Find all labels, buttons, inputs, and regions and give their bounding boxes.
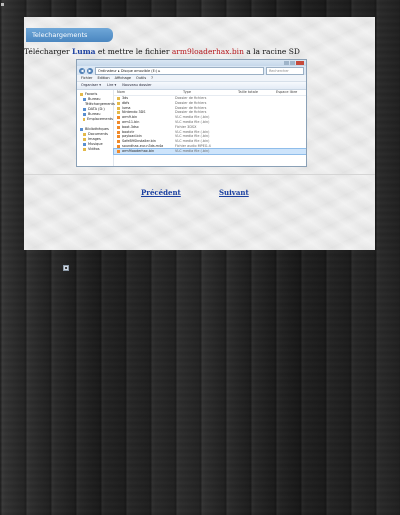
toolbar-button[interactable]: Organiser ▾	[81, 82, 101, 89]
instruction-text: Télécharger Luma et mettre le fichier ar…	[24, 47, 300, 56]
folder-icon	[117, 111, 120, 115]
app-name: Luma	[72, 47, 96, 56]
file-row[interactable]: arm9loaderhax.bin VLC media file (.bin)	[113, 147, 306, 155]
search-input[interactable]: Rechercher	[266, 66, 304, 75]
menu-item[interactable]: ?	[151, 75, 153, 81]
corner-mark	[1, 3, 4, 6]
divider	[24, 174, 375, 175]
menu-item[interactable]: Affichage	[115, 75, 131, 81]
scroll-widget-icon[interactable]: ▪	[63, 265, 69, 271]
menu-item[interactable]: Outils	[136, 75, 146, 81]
folder-icon	[83, 118, 85, 121]
explorer-titlebar	[77, 60, 306, 66]
column-date[interactable]: Type	[183, 90, 238, 95]
folder-icon	[83, 133, 86, 136]
menu-item[interactable]: Fichier	[81, 75, 92, 81]
menu-item[interactable]: Edition	[97, 75, 109, 81]
drive-icon	[83, 113, 86, 116]
explorer-screenshot: ◀ ▶ Ordinateur ▸ Disque amovible (E:) ▸ …	[76, 59, 307, 167]
minimize-icon[interactable]	[284, 61, 289, 65]
file-icon	[117, 140, 120, 144]
drive-icon	[80, 128, 83, 131]
nav-item-label	[80, 122, 81, 127]
instruction-suffix: a la racine SD	[243, 47, 300, 56]
drive-icon	[83, 98, 86, 101]
file-icon	[117, 135, 120, 139]
column-size[interactable]: Taille totale	[238, 90, 276, 95]
file-type: VLC media file (.bin)	[175, 148, 210, 153]
previous-link[interactable]: Précédent	[141, 188, 181, 197]
instruction-prefix: Télécharger	[24, 47, 72, 56]
folder-icon	[117, 97, 120, 100]
file-icon	[117, 120, 120, 124]
toolbar-button[interactable]: Nouveau dossier	[122, 82, 151, 89]
file-name-cell: arm9loaderhax.bin	[114, 149, 175, 154]
column-name[interactable]: Nom	[114, 90, 183, 95]
file-icon	[117, 149, 120, 153]
filename: arm9loaderhax.bin	[171, 47, 244, 56]
drive-icon	[83, 108, 86, 111]
explorer-nav-pane: Favoris Bureau Téléchargements DATA (D:) Bur…	[77, 90, 115, 166]
explorer-toolbar: Organiser ▾ Lire ▾ Nouveau dossier	[77, 82, 306, 90]
file-icon	[117, 116, 120, 120]
drive-icon	[83, 143, 86, 146]
file-icon	[117, 125, 120, 129]
nav-item-label: Vidéos	[88, 147, 100, 151]
folder-icon	[117, 101, 120, 105]
nav-item[interactable]: Vidéos	[77, 147, 113, 152]
folder-icon	[83, 138, 86, 141]
back-icon[interactable]: ◀	[79, 67, 85, 74]
section-banner: Telechargements	[26, 28, 113, 42]
file-name: arm9loaderhax.bin	[122, 148, 155, 153]
file-icon	[117, 144, 120, 148]
column-type[interactable]: Espace libre	[276, 90, 306, 95]
file-icon	[117, 130, 120, 134]
close-icon[interactable]	[296, 61, 304, 65]
forward-icon[interactable]: ▶	[87, 67, 93, 74]
address-bar[interactable]: Ordinateur ▸ Disque amovible (E:) ▸	[95, 66, 264, 75]
folder-icon	[80, 93, 83, 96]
explorer-menubar: Fichier Edition Affichage Outils?	[77, 75, 306, 82]
content-panel: Telechargements Télécharger Luma et mett…	[24, 17, 375, 250]
explorer-address-row: ◀ ▶ Ordinateur ▸ Disque amovible (E:) ▸ …	[77, 66, 306, 75]
next-link[interactable]: Suivant	[219, 188, 249, 197]
nav-item-label: Emplacements	[86, 117, 113, 121]
toolbar-button[interactable]: Lire ▾	[107, 82, 116, 89]
explorer-file-list: Nom Type Taille totale Espace libre 3ds D…	[113, 90, 306, 166]
maximize-icon[interactable]	[290, 61, 295, 65]
instruction-middle: et mettre le fichier	[95, 47, 172, 56]
folder-icon	[117, 106, 120, 110]
folder-icon	[83, 148, 86, 151]
